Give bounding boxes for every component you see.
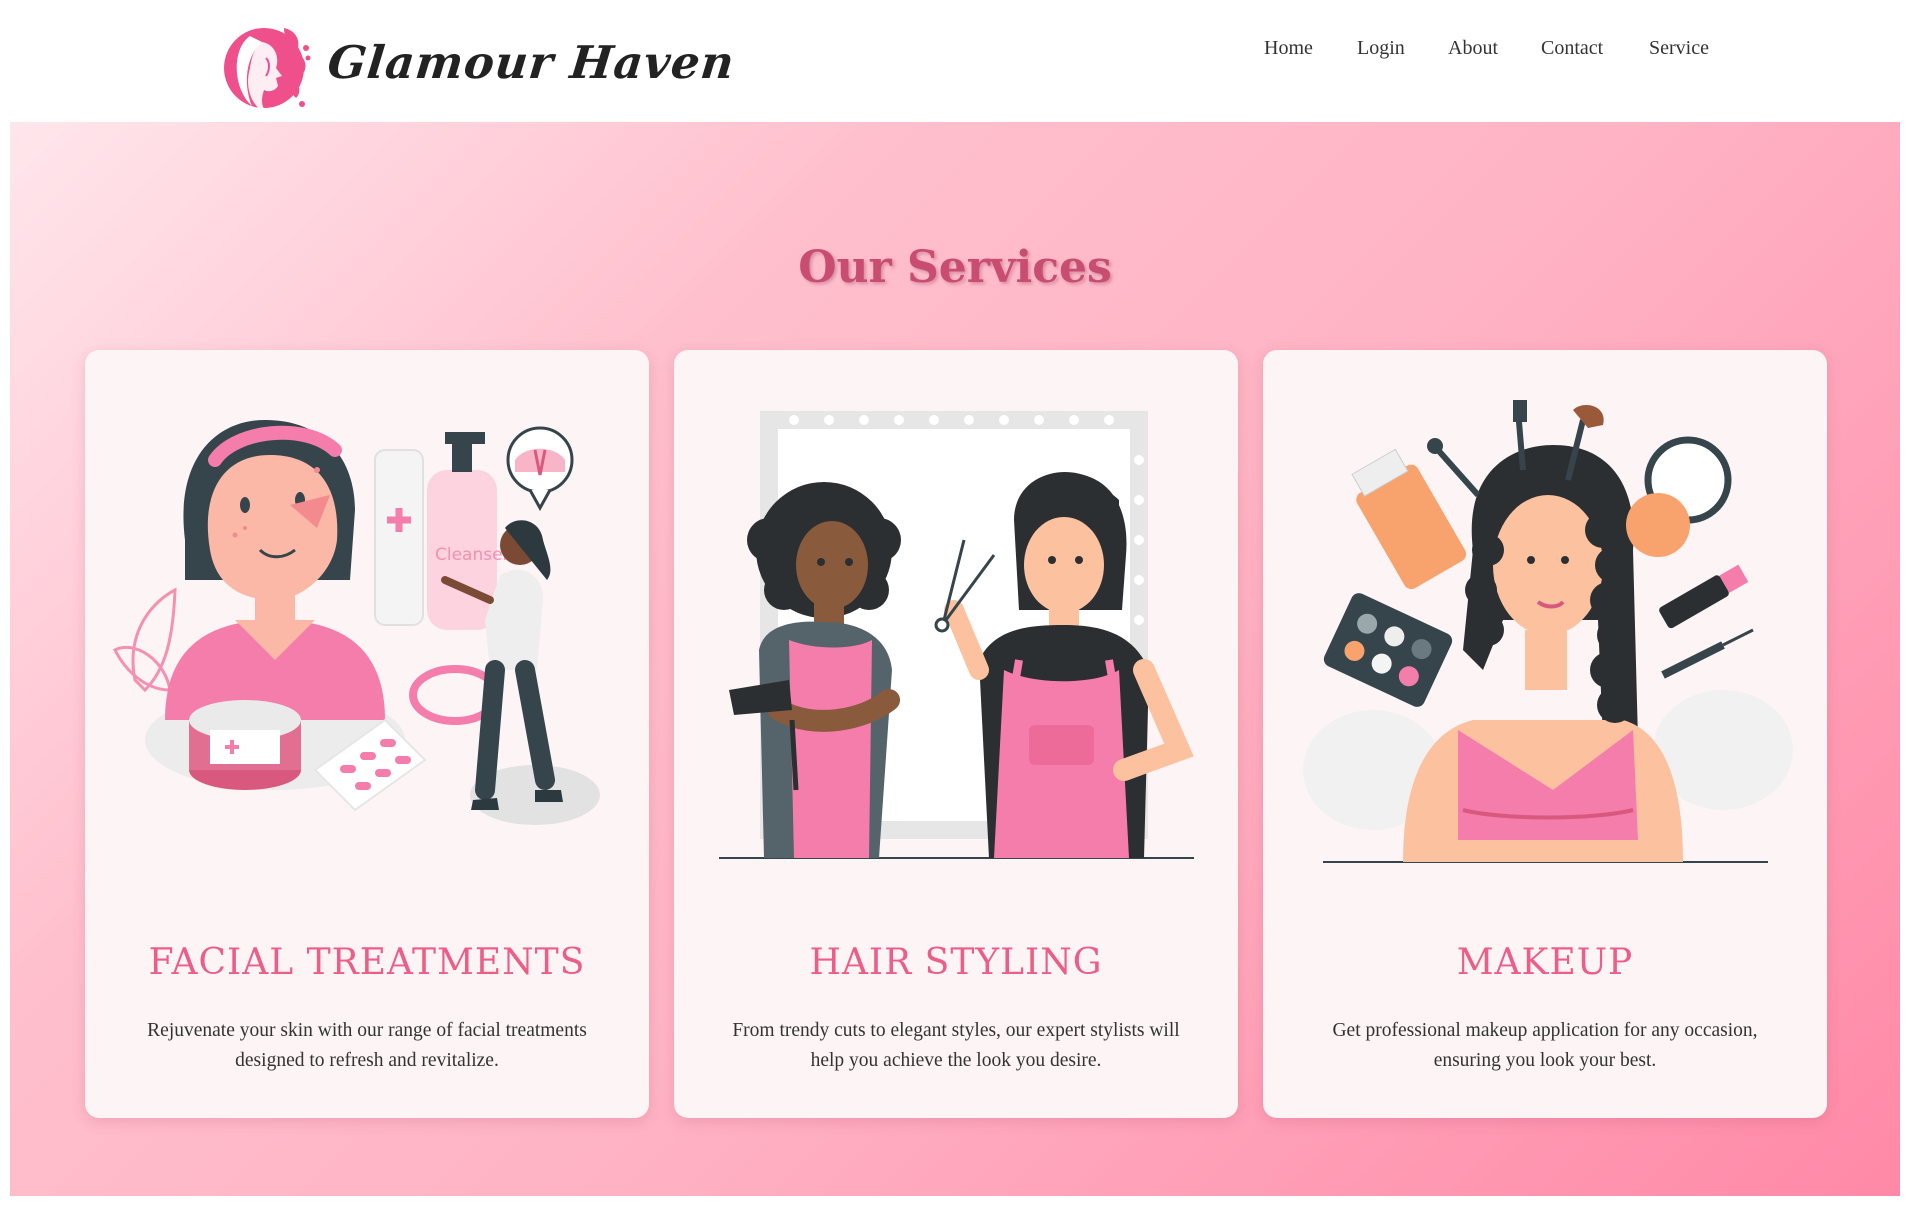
makeup-illustration: [1303, 400, 1793, 863]
main-nav: Home Login About Contact Service: [0, 37, 1910, 67]
service-card-makeup[interactable]: MAKEUP Get professional makeup applicati…: [1263, 350, 1827, 1118]
section-title: Our Services: [798, 242, 1112, 293]
brand-logo-icon[interactable]: [222, 18, 312, 120]
service-description: Get professional makeup application for …: [1332, 1020, 1758, 1071]
nav-home-link[interactable]: Home: [1264, 37, 1313, 60]
service-card-hair[interactable]: HAIR STYLING From trendy cuts to elegant…: [674, 350, 1238, 1118]
facial-treatment-illustration: Cleanser: [112, 420, 600, 825]
nav-about-link[interactable]: About: [1448, 37, 1498, 60]
service-description: From trendy cuts to elegant styles, our …: [732, 1020, 1180, 1071]
site-header: Glamour Haven Home Login About Contact S…: [0, 0, 1910, 122]
service-title: FACIAL TREATMENTS: [148, 942, 586, 983]
service-title: HAIR STYLING: [809, 942, 1103, 983]
service-title: MAKEUP: [1456, 942, 1634, 983]
nav-contact-link[interactable]: Contact: [1541, 37, 1603, 60]
hair-styling-illustration: [719, 411, 1194, 859]
service-card-facial[interactable]: Cleanser FACIAL TREATMENTS Rejuvenate yo…: [85, 350, 649, 1118]
nav-service-link[interactable]: Service: [1649, 37, 1709, 60]
service-description: Rejuvenate your skin with our range of f…: [147, 1020, 587, 1071]
cleanser-label: Cleanser: [435, 545, 510, 565]
nav-login-link[interactable]: Login: [1357, 37, 1405, 60]
